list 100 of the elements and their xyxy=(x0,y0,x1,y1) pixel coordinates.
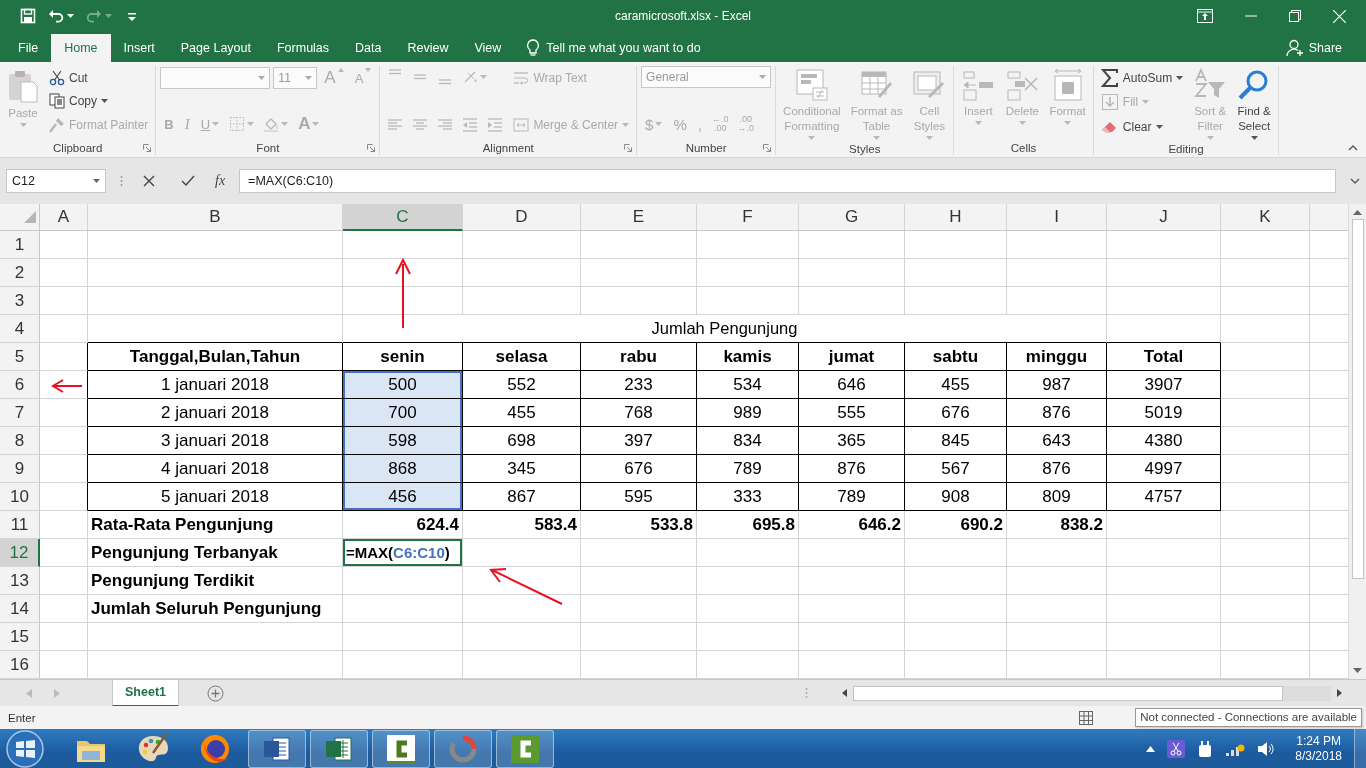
ribbon-button[interactable]: Cut xyxy=(46,66,91,89)
table-title: Jumlah Pengunjung xyxy=(343,315,1107,343)
table-cell: 845 xyxy=(905,427,1007,455)
row-header[interactable]: 1 xyxy=(0,231,40,259)
copy-icon xyxy=(49,93,65,109)
share-button[interactable]: Share xyxy=(1285,34,1366,62)
ribbon-tab[interactable]: View xyxy=(461,34,515,62)
caret-icon xyxy=(925,136,933,140)
dialog-launcher-icon[interactable] xyxy=(143,143,152,152)
taskbar-button[interactable] xyxy=(248,730,306,768)
scroll-down-icon[interactable] xyxy=(1353,668,1362,673)
column-heading: rabu xyxy=(581,343,697,371)
close-icon[interactable] xyxy=(1333,9,1346,23)
ribbon-button[interactable]: Find & Select xyxy=(1234,66,1275,142)
show-desktop-button[interactable] xyxy=(1354,729,1366,768)
table-cell: 552 xyxy=(463,371,581,399)
align-right-icon xyxy=(437,117,454,133)
row-header[interactable]: 8 xyxy=(0,427,40,455)
table-cell: 5 januari 2018 xyxy=(88,483,343,511)
ribbon-tab[interactable]: Insert xyxy=(110,34,168,62)
add-sheet-icon[interactable] xyxy=(207,684,224,702)
table-cell: 567 xyxy=(905,455,1007,483)
scroll-left-icon[interactable] xyxy=(842,689,847,697)
row-header[interactable]: 7 xyxy=(0,399,40,427)
ribbon-display-icon[interactable] xyxy=(1197,9,1213,23)
column-header[interactable]: B xyxy=(88,204,343,231)
show-hidden-icon[interactable] xyxy=(1146,746,1156,752)
clock-date[interactable]: 8/3/2018 xyxy=(1295,749,1342,764)
row-header[interactable]: 10 xyxy=(0,483,40,511)
row-header[interactable]: 15 xyxy=(0,623,40,651)
column-header[interactable]: F xyxy=(697,204,799,231)
caret-icon xyxy=(480,75,488,79)
column-header[interactable]: C xyxy=(343,204,463,231)
enter-icon[interactable] xyxy=(181,175,195,187)
sheet-tab[interactable]: Sheet1 xyxy=(112,679,179,707)
ribbon-tab[interactable]: File xyxy=(5,34,52,62)
clock-time[interactable]: 1:24 PM xyxy=(1296,734,1341,749)
table-cell: 456 xyxy=(343,483,463,511)
collapse-ribbon-icon[interactable] xyxy=(1348,145,1358,151)
ribbon-tab[interactable]: Formulas xyxy=(263,34,343,62)
row-header[interactable]: 6 xyxy=(0,371,40,399)
taskbar-button[interactable] xyxy=(310,730,368,768)
toolbar-button[interactable] xyxy=(20,8,36,24)
table-cell: 695.8 xyxy=(697,511,799,539)
column-header[interactable]: G xyxy=(799,204,905,231)
insert-function-button[interactable]: fx xyxy=(215,173,226,189)
taskbar-button[interactable] xyxy=(372,730,430,768)
column-header[interactable]: H xyxy=(905,204,1007,231)
scrollbar-thumb[interactable] xyxy=(1351,219,1364,579)
ribbon-button[interactable]: Copy xyxy=(46,89,111,113)
row-header[interactable]: 16 xyxy=(0,651,40,679)
row-header[interactable]: 5 xyxy=(0,343,40,371)
column-header[interactable]: E xyxy=(581,204,697,231)
column-header[interactable]: J xyxy=(1107,204,1221,231)
group-label: Styles xyxy=(849,142,881,155)
ribbon-tab[interactable]: Review xyxy=(394,34,462,62)
table-cell: 643 xyxy=(1007,427,1107,455)
ribbon-button[interactable]: AutoSum xyxy=(1097,66,1187,89)
row-label: Pengunjung Terbanyak xyxy=(88,539,343,567)
row-header[interactable]: 9 xyxy=(0,455,40,483)
row-header[interactable]: 14 xyxy=(0,595,40,623)
row-header[interactable]: 11 xyxy=(0,511,40,539)
caret-icon xyxy=(312,122,320,126)
toolbar-button[interactable] xyxy=(48,8,74,24)
tell-me-field[interactable]: Tell me what you want to do xyxy=(544,40,735,56)
editing-cell[interactable]: =MAX(C6:C10) xyxy=(343,539,463,567)
row-header[interactable]: 3 xyxy=(0,287,40,315)
scroll-right-icon[interactable] xyxy=(1337,689,1342,697)
column-header[interactable]: I xyxy=(1007,204,1107,231)
row-header[interactable]: 4 xyxy=(0,315,40,343)
row-header[interactable]: 12 xyxy=(0,539,40,567)
scissors-icon[interactable] xyxy=(1167,740,1186,758)
ribbon-tab[interactable]: Home xyxy=(51,34,111,62)
column-heading: jumat xyxy=(799,343,905,371)
normal-view-icon[interactable] xyxy=(1079,710,1094,725)
ribbon-tab[interactable]: Data xyxy=(342,34,395,62)
group-label: Cells xyxy=(1010,141,1037,154)
cancel-icon[interactable] xyxy=(143,175,155,187)
ribbon-button[interactable]: Clear xyxy=(1097,115,1166,138)
expand-icon[interactable] xyxy=(1350,178,1360,184)
dialog-launcher-icon[interactable] xyxy=(624,143,633,152)
column-header[interactable]: D xyxy=(463,204,581,231)
taskbar-button[interactable] xyxy=(496,730,554,768)
scrollbar-thumb[interactable] xyxy=(853,685,1283,701)
dialog-launcher-icon[interactable] xyxy=(367,143,376,152)
scroll-up-icon[interactable] xyxy=(1353,210,1362,215)
restore-icon[interactable] xyxy=(1289,10,1301,22)
caret-icon xyxy=(105,14,112,18)
formula-field[interactable]: =MAX(C6:C10) xyxy=(239,169,1336,193)
column-header[interactable]: A xyxy=(40,204,88,231)
column-header[interactable]: K xyxy=(1221,204,1310,231)
speaker-icon[interactable] xyxy=(1257,741,1276,757)
row-header[interactable]: 2 xyxy=(0,259,40,287)
dialog-launcher-icon[interactable] xyxy=(763,143,772,152)
table-cell: 397 xyxy=(581,427,697,455)
power-plug-icon[interactable] xyxy=(1197,740,1214,758)
start-button-icon[interactable] xyxy=(4,729,46,768)
row-header[interactable]: 13 xyxy=(0,567,40,595)
name-box[interactable]: C12 xyxy=(6,169,106,193)
ribbon-tab[interactable]: Page Layout xyxy=(167,34,264,62)
